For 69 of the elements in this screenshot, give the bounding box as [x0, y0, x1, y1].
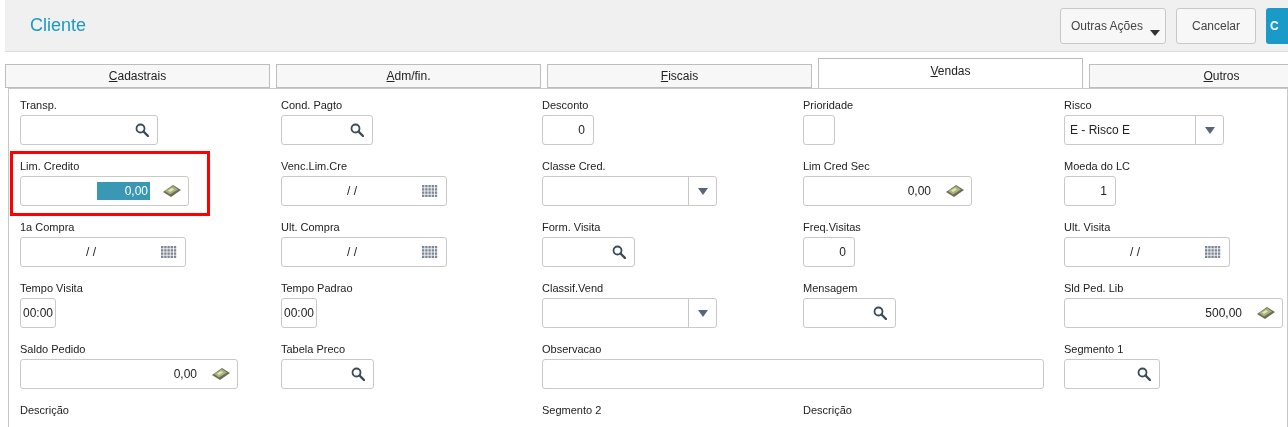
field-label: Segmento 2	[542, 403, 603, 417]
field-label: Desconto	[542, 98, 590, 112]
time-field[interactable]: 00:00	[20, 298, 56, 328]
input-field[interactable]	[803, 115, 835, 145]
tab[interactable]: Cadastrais	[5, 64, 270, 88]
lookup-field[interactable]	[281, 115, 373, 145]
amount-field[interactable]: 500,00	[1205, 304, 1244, 322]
field-label: Descrição	[20, 403, 70, 417]
field-label: Descrição	[803, 403, 853, 417]
field-label: Moeda do LC	[1064, 159, 1132, 173]
time-field[interactable]: 00:00	[281, 298, 317, 328]
number-field[interactable]: 0	[803, 237, 855, 267]
field-label: Venc.Lim.Cre	[281, 159, 349, 173]
dropdown-caret-icon[interactable]	[1204, 126, 1215, 134]
field-label: Ult. Visita	[1064, 220, 1112, 234]
field-label: Lim Cred Sec	[803, 159, 871, 173]
field-label: Mensagem	[803, 281, 859, 295]
dropdown-caret-icon[interactable]	[697, 309, 708, 317]
tab[interactable]: Adm/fin.	[276, 64, 541, 88]
field-label: Sld Ped. Lib	[1064, 281, 1125, 295]
calculator-icon[interactable]	[162, 184, 182, 198]
field-label: Lim. Credito	[20, 159, 81, 173]
field-label: Classif.Vend	[542, 281, 605, 295]
calculator-icon[interactable]	[1256, 306, 1276, 320]
search-icon[interactable]	[612, 245, 626, 259]
search-icon[interactable]	[350, 123, 364, 137]
field-label: Observacao	[542, 342, 603, 356]
tab[interactable]: Vendas	[818, 58, 1083, 88]
calendar-icon[interactable]	[422, 184, 438, 198]
lookup-field[interactable]	[281, 359, 374, 389]
cancel-button[interactable]: Cancelar	[1175, 7, 1256, 44]
search-icon[interactable]	[873, 306, 887, 320]
amount-field[interactable]: 0,00	[907, 182, 933, 200]
field-label: Transp.	[20, 98, 58, 112]
input-field[interactable]	[542, 359, 1044, 389]
field-label: Segmento 1	[1064, 342, 1125, 356]
dropdown-caret-icon[interactable]	[697, 187, 708, 195]
field-label: Prioridade	[803, 98, 855, 112]
lookup-field[interactable]	[1064, 359, 1160, 389]
tab[interactable]: Fiscais	[547, 64, 812, 88]
field-label: Classe Cred.	[542, 159, 607, 173]
field-label: Cond. Pagto	[281, 98, 344, 112]
page-title: Cliente	[30, 14, 88, 37]
field-label: Ult. Compra	[281, 220, 341, 234]
search-icon[interactable]	[351, 367, 365, 381]
number-field[interactable]: 0	[542, 115, 594, 145]
field-label: 1a Compra	[20, 220, 76, 234]
field-label: Saldo Pedido	[20, 342, 87, 356]
calendar-icon[interactable]	[422, 245, 438, 259]
number-field[interactable]: 1	[1064, 176, 1116, 206]
caret-icon	[1149, 29, 1160, 36]
calendar-icon[interactable]	[161, 245, 177, 259]
search-icon[interactable]	[135, 123, 149, 137]
lookup-field[interactable]	[542, 237, 635, 267]
field-label: Tempo Visita	[20, 281, 84, 295]
calculator-icon[interactable]	[945, 184, 965, 198]
tab[interactable]: Outros	[1089, 64, 1288, 88]
more-actions-button[interactable]: Outras Ações	[1059, 7, 1166, 44]
calculator-icon[interactable]	[211, 367, 231, 381]
field-label: Form. Visita	[542, 220, 602, 234]
lookup-field[interactable]	[20, 115, 158, 145]
search-icon[interactable]	[1137, 367, 1151, 381]
field-label: Tabela Preco	[281, 342, 347, 356]
lookup-field[interactable]	[803, 298, 896, 328]
field-label: Tempo Padrao	[281, 281, 354, 295]
field-label: Risco	[1064, 98, 1093, 112]
amount-field[interactable]: 0,00	[173, 365, 199, 383]
calendar-icon[interactable]	[1205, 245, 1221, 259]
field-label: Freq.Visitas	[803, 220, 862, 234]
